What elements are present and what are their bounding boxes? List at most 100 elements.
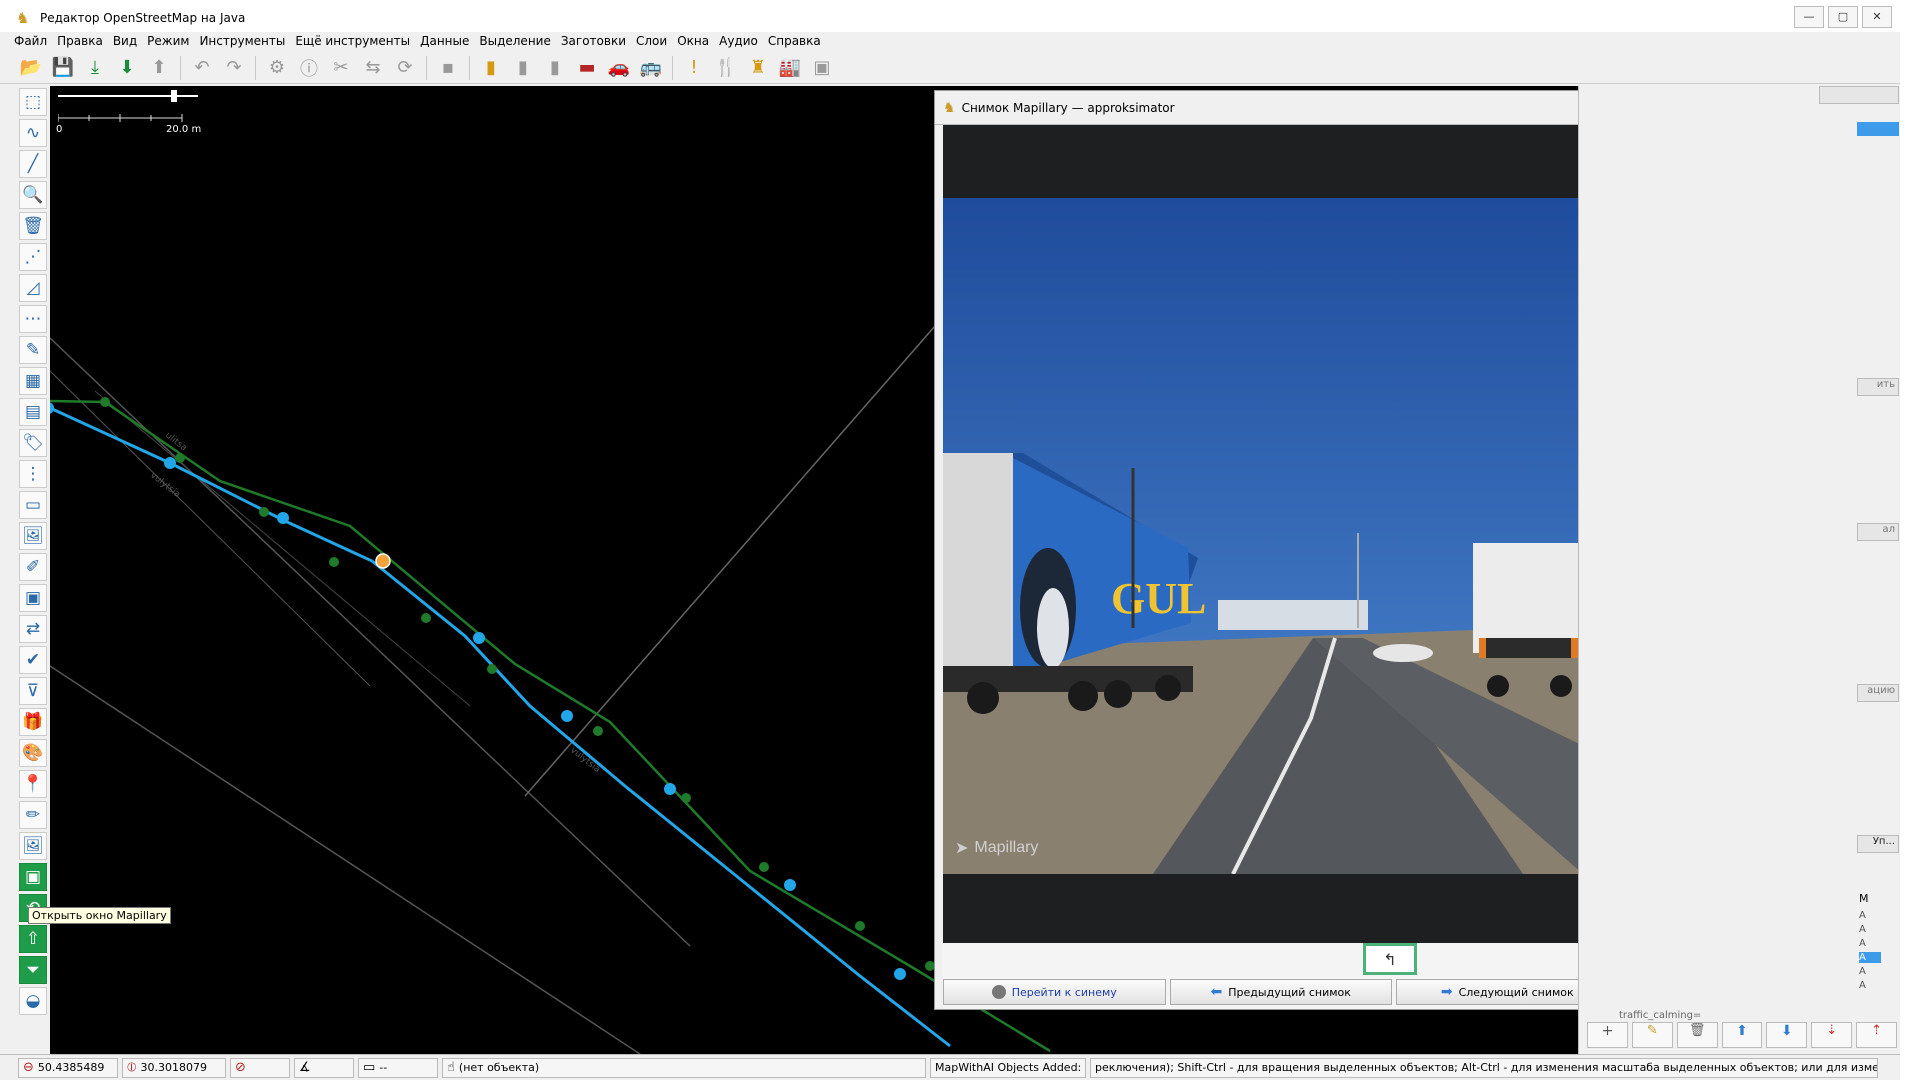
move-up-icon[interactable]: ⬆ <box>1721 1022 1763 1048</box>
nav-button-label: Перейти к синему <box>1011 985 1117 999</box>
split-way-icon[interactable]: ✂ <box>328 55 354 81</box>
restaurant-icon[interactable]: 🍴 <box>713 55 739 81</box>
street-lamp-icon[interactable]: ▮ <box>510 55 536 81</box>
bus-icon[interactable]: 🚌 <box>638 55 664 81</box>
filter-green-icon[interactable]: ⏷ <box>19 956 47 984</box>
menu-edit[interactable]: Правка <box>57 32 103 50</box>
imagery-icon[interactable]: 🖼 <box>19 522 47 550</box>
layers-icon[interactable]: ▤ <box>19 398 47 426</box>
building-tool-icon[interactable]: ▦ <box>19 367 47 395</box>
right-side-panel: ить ал ацию Уп... M A A A A A A traffic_… <box>1578 86 1900 1054</box>
menu-more-tools[interactable]: Ещё инструменты <box>295 32 410 50</box>
trash-icon[interactable]: 🗑 <box>1676 1022 1718 1048</box>
draw-icon[interactable]: ╱ <box>19 150 47 178</box>
pencil-icon[interactable]: ✎ <box>19 336 47 364</box>
go-to-blue-button[interactable]: Перейти к синему <box>943 979 1166 1005</box>
palette-icon[interactable]: 🎨 <box>19 739 47 767</box>
upload-green-icon[interactable]: ⇧ <box>19 925 47 953</box>
disabled-tool-icon[interactable]: ▣ <box>809 55 835 81</box>
menu-audio[interactable]: Аудио <box>719 32 758 50</box>
extrude-icon[interactable]: ⋯ <box>19 305 47 333</box>
combine-way-icon[interactable]: ⇆ <box>360 55 386 81</box>
filter-icon[interactable]: ⊽ <box>19 677 47 705</box>
selected-list-row[interactable] <box>1857 122 1899 136</box>
industrial-icon[interactable]: 🏭 <box>777 55 803 81</box>
menu-presets[interactable]: Заготовки <box>561 32 626 50</box>
conflict-icon[interactable]: ⇄ <box>19 615 47 643</box>
panel-button[interactable]: Уп... <box>1857 835 1899 853</box>
list-row[interactable]: A <box>1859 910 1866 921</box>
wall-icon[interactable]: ▬ <box>574 55 600 81</box>
menu-selection[interactable]: Выделение <box>479 32 550 50</box>
photo-truck-text: GUL <box>1111 574 1206 623</box>
toolbar-separator <box>255 55 256 80</box>
parallel-icon[interactable]: ◿ <box>19 274 47 302</box>
improve-way-icon[interactable]: ⋰ <box>19 243 47 271</box>
center-view-button[interactable]: ↰ <box>1363 943 1417 975</box>
menu-tools[interactable]: Инструменты <box>199 32 285 50</box>
download-area-icon[interactable]: ⬇ <box>114 55 140 81</box>
hazard-icon[interactable]: ! <box>681 55 707 81</box>
delete-icon[interactable]: 🗑 <box>19 212 47 240</box>
menu-view[interactable]: Вид <box>113 32 137 50</box>
menu-help[interactable]: Справка <box>768 32 821 50</box>
relation-icon[interactable]: ⋮ <box>19 460 47 488</box>
panel-button[interactable]: ал <box>1857 523 1899 541</box>
edit-icon[interactable]: ✎ <box>1631 1022 1673 1048</box>
panel-button[interactable]: ить <box>1857 378 1899 396</box>
crossing-icon[interactable]: ▮ <box>542 55 568 81</box>
move-down-icon[interactable]: ⬇ <box>1766 1022 1808 1048</box>
menu-data[interactable]: Данные <box>420 32 469 50</box>
longitude-icon: ⦶ <box>127 1060 137 1075</box>
download-icon[interactable]: ⤓ <box>82 55 108 81</box>
tags-icon[interactable]: 🏷 <box>19 429 47 457</box>
open-file-icon[interactable]: 📂 <box>18 55 44 81</box>
longitude-field: ⦶ 30.3018079 <box>122 1057 226 1078</box>
sort-icon[interactable]: ⇣ <box>1811 1022 1853 1048</box>
minimize-button[interactable]: — <box>1794 6 1824 28</box>
josm-icon: ♞ <box>943 99 956 116</box>
mapillary-green-icon[interactable]: ▣ <box>19 863 47 891</box>
castle-icon[interactable]: ♜ <box>745 55 771 81</box>
mapillary-icon[interactable]: 🖼 <box>19 832 47 860</box>
changeset-icon[interactable]: ◒ <box>19 987 47 1015</box>
selection-list-icon[interactable]: ▭ <box>19 491 47 519</box>
list-row[interactable]: A <box>1859 924 1866 935</box>
redo-icon[interactable]: ↷ <box>221 55 247 81</box>
add-icon[interactable]: + <box>1587 1022 1628 1048</box>
edit-history-icon[interactable]: ✐ <box>19 553 47 581</box>
gift-icon[interactable]: 🎁 <box>19 708 47 736</box>
list-row-selected[interactable]: A <box>1859 952 1881 963</box>
maximize-button[interactable]: ▢ <box>1828 6 1858 28</box>
upload-icon[interactable]: ⬆ <box>146 55 172 81</box>
panel-button[interactable]: ацию <box>1857 684 1899 702</box>
tag-row[interactable]: traffic_calming= <box>1619 1010 1701 1021</box>
screenshot-icon[interactable]: ▣ <box>19 584 47 612</box>
preferences-icon[interactable]: ⚙ <box>264 55 290 81</box>
undo-icon[interactable]: ↶ <box>189 55 215 81</box>
car-icon[interactable]: 🚗 <box>606 55 632 81</box>
save-icon[interactable]: 💾 <box>50 55 76 81</box>
building-icon[interactable]: ▪ <box>435 55 461 81</box>
gps-track[interactable] <box>50 399 1051 1053</box>
menu-mode[interactable]: Режим <box>147 32 189 50</box>
validator-icon[interactable]: ✔ <box>19 646 47 674</box>
highlighted-node[interactable] <box>375 553 391 569</box>
list-row[interactable]: A <box>1859 980 1866 991</box>
previous-image-button[interactable]: ⬅ Предыдущий снимок <box>1169 979 1392 1005</box>
zoom-icon[interactable]: 🔍 <box>19 181 47 209</box>
list-row[interactable]: A <box>1859 966 1866 977</box>
menu-file[interactable]: Файл <box>14 32 47 50</box>
close-button[interactable]: ✕ <box>1862 6 1892 28</box>
menu-windows[interactable]: Окна <box>677 32 709 50</box>
refresh-icon[interactable]: ⟳ <box>392 55 418 81</box>
edit-map-icon[interactable]: ✏ <box>19 801 47 829</box>
delete-relation-icon[interactable]: ⇡ <box>1856 1022 1898 1048</box>
info-icon[interactable]: ⓘ <box>296 55 322 81</box>
traffic-light-icon[interactable]: ▮ <box>478 55 504 81</box>
list-row[interactable]: A <box>1859 938 1866 949</box>
lasso-icon[interactable]: ∿ <box>19 119 47 147</box>
menu-layers[interactable]: Слои <box>636 32 667 50</box>
location-pin-icon[interactable]: 📍 <box>19 770 47 798</box>
select-icon[interactable]: ⬚ <box>19 88 47 116</box>
